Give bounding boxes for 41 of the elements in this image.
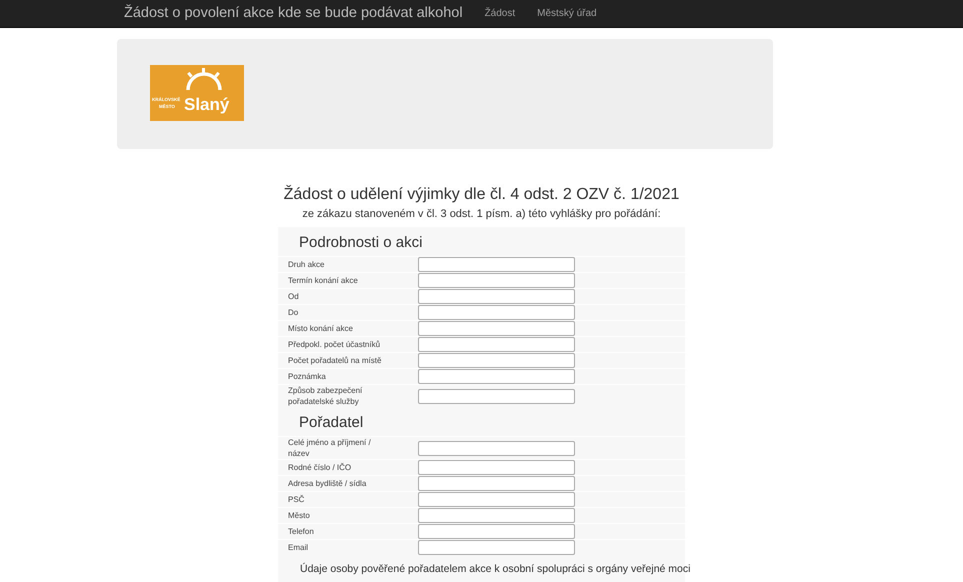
field-label: Do [288, 307, 300, 318]
section-heading: Údaje osoby pověřené pořadatelem akce k osobní spolupráci s orgány veřejné moci [300, 562, 690, 577]
input-field[interactable] [418, 524, 575, 539]
input-field[interactable] [418, 388, 575, 404]
field-label: PSČ [288, 494, 306, 505]
field-label: Email [288, 542, 310, 553]
input-field[interactable] [418, 460, 575, 475]
input-field[interactable] [418, 273, 575, 288]
field-label: Od [288, 291, 300, 302]
nav-link[interactable]: Městský úřad [537, 6, 597, 21]
input-field[interactable] [418, 257, 575, 272]
input-field[interactable] [418, 337, 575, 352]
navbar-brand[interactable]: Žádost o povolení akce kde se bude podávat alkohol [124, 2, 463, 24]
input-field[interactable] [418, 305, 575, 320]
field-label: Poznámka [288, 371, 327, 382]
form-title: Žádost o udělení výjimky dle čl. 4 odst. 2 OZV č. 1/2021 [284, 185, 680, 205]
field-label: Rodné číslo / IČO [288, 462, 352, 473]
field-label: Místo konání akce [288, 323, 354, 334]
field-label: Termín konání akce [288, 275, 359, 286]
field-label: Celé jméno a příjmení / název [288, 437, 372, 459]
field-label: Adresa bydliště / sídla [288, 478, 368, 489]
section-heading: Podrobnosti o akci [298, 233, 424, 253]
input-field[interactable] [418, 540, 575, 555]
input-field[interactable] [418, 440, 575, 456]
field-label: Způsob zabezpečení pořadatelské služby [288, 385, 364, 407]
field-label: Město [288, 510, 311, 521]
input-field[interactable] [418, 508, 575, 523]
field-label: Telefon [288, 526, 315, 537]
input-field[interactable] [418, 289, 575, 304]
logo-name: Slaný [184, 94, 230, 115]
field-label: Předpokl. počet účastníků [288, 339, 382, 350]
field-label: Počet pořadatelů na místě [288, 355, 382, 366]
input-field[interactable] [418, 492, 575, 507]
input-field[interactable] [418, 369, 575, 384]
section-heading: Pořadatel [298, 413, 364, 433]
field-label: Druh akce [288, 259, 326, 270]
form-subtitle: ze zákazu stanoveném v čl. 3 odst. 1 písm. a) této vyhlášky pro pořádání: [302, 207, 661, 222]
input-field[interactable] [418, 476, 575, 491]
input-field[interactable] [418, 353, 575, 368]
input-field[interactable] [418, 321, 575, 336]
nav-link[interactable]: Žádost [484, 6, 516, 21]
